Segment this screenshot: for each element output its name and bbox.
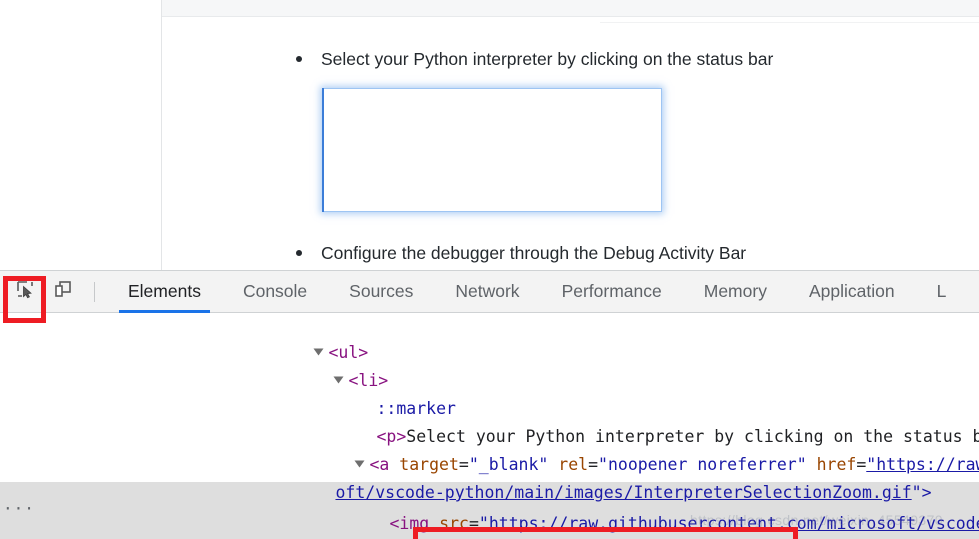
tab-lighthouse[interactable]: L [916, 271, 968, 313]
tab-elements-label: Elements [128, 281, 201, 301]
page-faint-rule [600, 22, 979, 23]
dom-line-ul[interactable]: <ul> [0, 313, 979, 362]
dom-line-img[interactable]: <img src="https://raw.githubusercontent.… [0, 482, 979, 533]
tab-memory-label: Memory [703, 281, 767, 301]
devtools-panel: Elements Console Sources Network Perform… [0, 270, 979, 539]
dom-tree[interactable]: ··· <ul> <li> ::marker <p>Select your Py… [0, 313, 979, 539]
bullet-dot-icon [296, 250, 302, 256]
inspect-element-cursor-icon [15, 279, 35, 304]
dom-line-anchor[interactable]: <a target="_blank" rel="noopener norefer… [0, 423, 979, 474]
tab-sources-label: Sources [349, 281, 414, 301]
dom-line-anchor-wrap[interactable]: oft/vscode-python/main/images/Interprete… [0, 451, 979, 502]
page-top-strip [161, 0, 979, 17]
highlighted-image-placeholder[interactable] [322, 88, 662, 212]
dom-line-p[interactable]: <p>Select your Python interpreter by cli… [0, 395, 979, 446]
tab-network-label: Network [455, 281, 520, 301]
tab-network[interactable]: Network [434, 271, 540, 313]
devtools-tab-bar: Elements Console Sources Network Perform… [107, 271, 979, 313]
dom-line-img-wrap[interactable]: erSelectionZoom.gif" width="280" height=… [0, 510, 979, 538]
content-left-divider [161, 0, 162, 270]
toolbar-separator [94, 281, 95, 302]
browser-page-viewport: Select your Python interpreter by clicki… [0, 0, 979, 270]
tab-elements[interactable]: Elements [107, 271, 222, 313]
toggle-device-toolbar-button[interactable] [46, 277, 80, 307]
dom-line-marker[interactable]: ::marker [0, 367, 979, 418]
tab-console[interactable]: Console [222, 271, 328, 313]
inspect-element-button[interactable] [8, 277, 42, 307]
tab-sources[interactable]: Sources [328, 271, 434, 313]
device-toolbar-icon [53, 279, 73, 304]
devtools-toolbar: Elements Console Sources Network Perform… [0, 271, 979, 313]
tab-performance[interactable]: Performance [541, 271, 683, 313]
page-bullet-text-1: Select your Python interpreter by clicki… [321, 49, 774, 69]
tab-application-label: Application [808, 281, 895, 301]
page-bullet-text-2: Configure the debugger through the Debug… [321, 243, 747, 263]
screenshot-root: Select your Python interpreter by clicki… [0, 0, 979, 539]
dom-line-li[interactable]: <li> [0, 339, 979, 390]
tab-memory[interactable]: Memory [683, 271, 788, 313]
tab-console-label: Console [242, 281, 308, 301]
tab-performance-label: Performance [561, 281, 662, 301]
tab-application[interactable]: Application [788, 271, 916, 313]
page-bullet-item-2: Configure the debugger through the Debug… [296, 241, 746, 266]
bullet-dot-icon [296, 56, 302, 62]
page-bullet-item-1: Select your Python interpreter by clicki… [296, 47, 773, 72]
tab-lighthouse-label: L [936, 281, 947, 301]
